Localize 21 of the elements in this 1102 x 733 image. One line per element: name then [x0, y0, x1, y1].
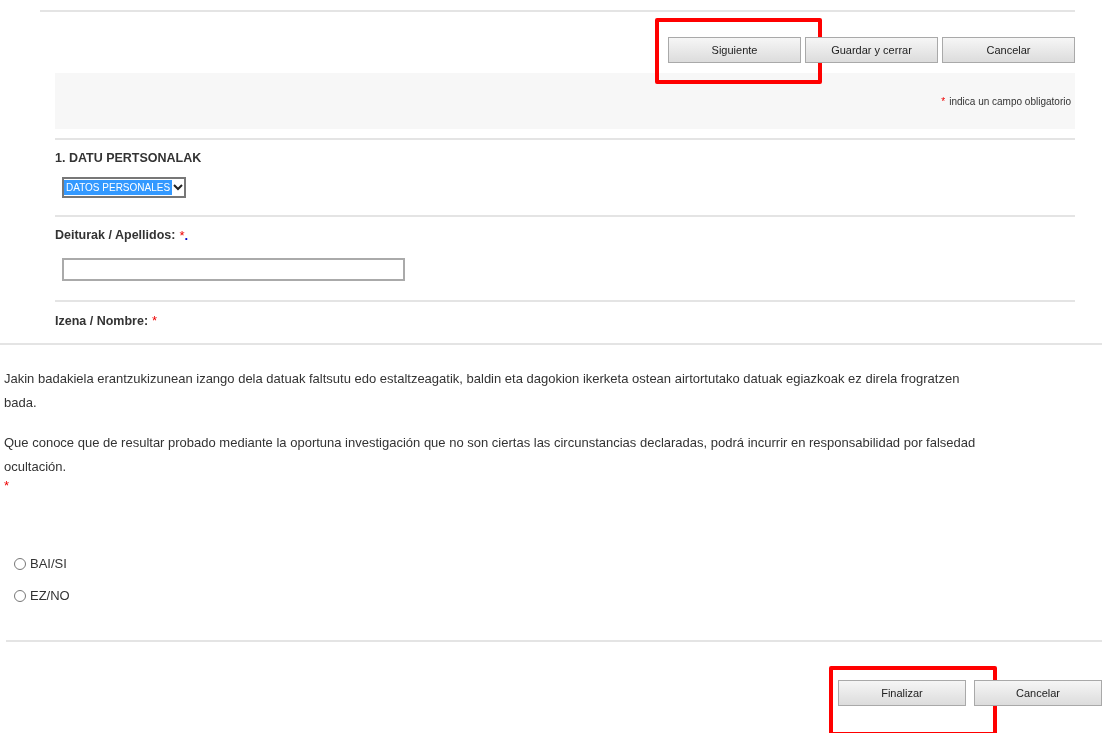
- declaration-text: ocultación.: [4, 457, 68, 476]
- section-title: 1. DATU PERTSONALAK: [55, 150, 203, 167]
- declaration-text: Jakin badakiela erantzukizunean izango dela datuak faltsutu edo estaltzeagatik, baldin eta dagokion ikerketa ostean airtortutako datuak egiazkoak ez direla frogratzen: [4, 369, 961, 388]
- option-label: EZ/NO: [30, 587, 70, 605]
- next-button[interactable]: Siguiente: [668, 37, 801, 63]
- option-label: BAI/SI: [30, 555, 67, 573]
- form-button[interactable]: Finalizar: [838, 679, 966, 706]
- declaration-text: Que conoce que de resultar probado mediante la oportuna investigación que no son ciertas las circunstancias declaradas, podrá incurrir en responsabilidad por falsedad: [4, 433, 977, 452]
- required-asterisk: *: [4, 478, 11, 493]
- dot-mark: .: [184, 226, 189, 245]
- form-button[interactable]: Cancelar: [974, 679, 1102, 706]
- required-asterisk: *: [152, 312, 158, 331]
- declaration-text: bada.: [4, 393, 38, 412]
- form-button[interactable]: Cancelar: [942, 37, 1075, 63]
- field-label: Deiturak / Apellidos:: [55, 227, 176, 245]
- text-field[interactable]: [62, 258, 405, 282]
- required-asterisk: *: [941, 94, 946, 109]
- required-note: indica un campo obligatorio: [949, 94, 1071, 109]
- required-asterisk: *: [179, 226, 185, 245]
- form-button[interactable]: Guardar y cerrar: [805, 37, 938, 63]
- field-label: Izena / Nombre:: [55, 312, 149, 330]
